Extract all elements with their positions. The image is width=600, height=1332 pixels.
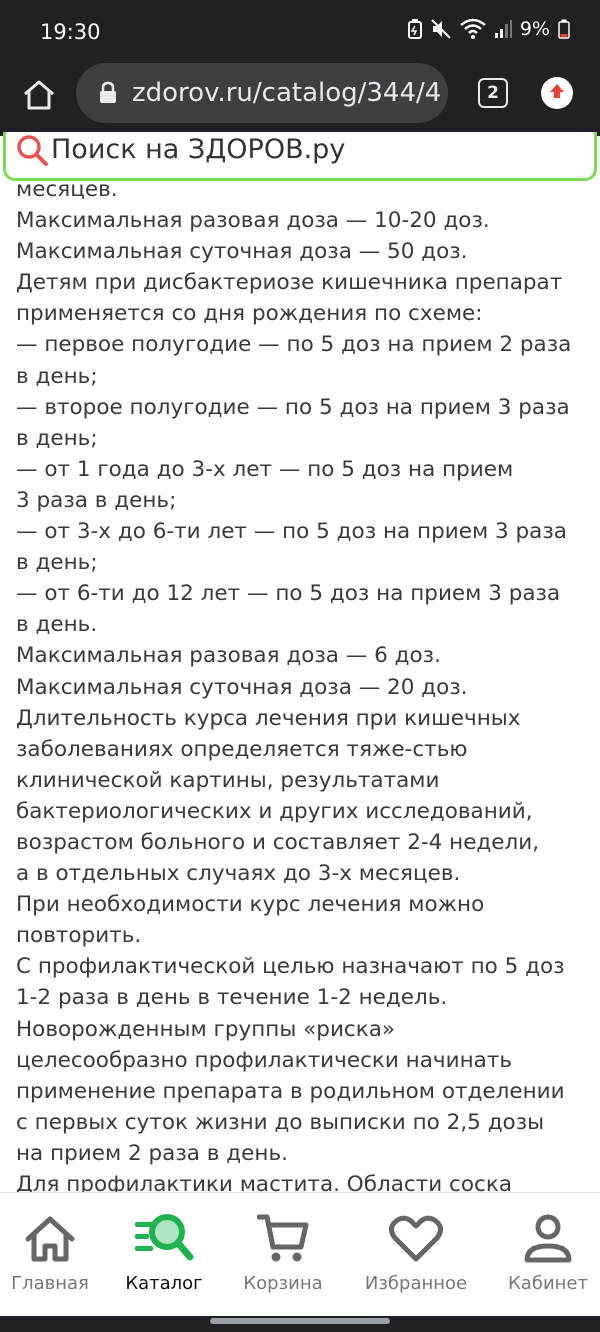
system-gesture-bar	[0, 1316, 600, 1332]
status-time: 19:30	[40, 20, 101, 44]
article-line: Детям при дисбактериозе кишечника препар…	[16, 270, 563, 296]
nav-item-favorites[interactable]: Избранное	[358, 1193, 474, 1303]
browser-home-button[interactable]	[18, 76, 60, 118]
nav-item-account[interactable]: Кабинет	[500, 1193, 596, 1303]
article-line: клинической картины, результатами	[16, 767, 440, 793]
cart-icon	[257, 1211, 309, 1267]
article-line: бактериологических и других исследований…	[16, 798, 533, 824]
status-bar: 19:30 9%	[0, 0, 600, 62]
battery-saver-icon	[407, 19, 422, 39]
article-line: — второе полугодие — по 5 доз на прием 3…	[16, 394, 570, 420]
battery-icon	[558, 19, 570, 39]
article-line: с первых суток жизни до выписки по 2,5 д…	[16, 1109, 545, 1135]
article-line: Новорожденным группы «риска»	[16, 1016, 396, 1042]
gesture-handle[interactable]	[210, 1318, 390, 1324]
article-line: в день;	[16, 425, 98, 451]
article-text: месяцев. Максимальная разовая доза — 10-…	[16, 174, 596, 1192]
nav-item-home[interactable]: Главная	[0, 1193, 100, 1303]
article-line: а в отдельных случаях до 3-х месяцев.	[16, 861, 461, 887]
article-line: заболеваниях определяется тяже-стью	[16, 736, 468, 762]
wifi-icon	[460, 18, 486, 40]
article-line: в день;	[16, 363, 98, 389]
search-bar: Поиск на ЗДОРОВ.ру	[0, 132, 600, 184]
nav-label-account: Кабинет	[508, 1273, 588, 1294]
bottom-navigation: Главная Каталог Корзина Избранное Кабине…	[0, 1192, 600, 1316]
nav-label-favorites: Избранное	[364, 1273, 468, 1294]
article-line: — от 3-х до 6-ти лет — по 5 доз на прием…	[16, 519, 567, 545]
status-icons: 9%	[407, 18, 570, 40]
article-line: применение препарата в родильном отделен…	[16, 1078, 565, 1104]
catalog-search-icon	[133, 1211, 195, 1267]
article-line: 3 раза в день;	[16, 487, 177, 513]
article-line: Для профилактики мастита. Области соска	[16, 1172, 513, 1192]
article-line: целесообразно профилактически начинать	[16, 1047, 513, 1073]
home-icon	[22, 79, 56, 116]
mute-icon	[430, 18, 452, 40]
search-placeholder: Поиск на ЗДОРОВ.ру	[51, 134, 346, 165]
heart-icon	[389, 1211, 443, 1267]
update-button[interactable]	[541, 77, 573, 109]
article-line: — первое полугодие — по 5 доз на прием 2…	[16, 332, 572, 358]
article-line: Длительность курса лечения при кишечных	[16, 705, 521, 731]
user-icon	[524, 1211, 572, 1267]
article-line: возрастом больного и составляет 2-4 неде…	[16, 829, 540, 855]
article-line: в день;	[16, 550, 98, 576]
article-line: 1-2 раза в день в течение 1-2 недель.	[16, 985, 448, 1011]
article-line: С профилактической целью назначают по 5 …	[16, 954, 565, 980]
address-bar[interactable]: zdorov.ru/catalog/344/4	[76, 63, 448, 123]
article-line: повторить.	[16, 923, 142, 949]
lock-icon	[98, 81, 118, 110]
article-line: в день.	[16, 612, 98, 638]
article-line: Максимальная разовая доза — 10-20 доз.	[16, 208, 490, 234]
search-input[interactable]: Поиск на ЗДОРОВ.ру	[3, 132, 597, 181]
tab-switcher-button[interactable]: 2	[478, 78, 508, 108]
nav-label-cart: Корзина	[243, 1273, 323, 1294]
article-line: на прием 2 раза в день.	[16, 1140, 288, 1166]
nav-item-catalog[interactable]: Каталог	[112, 1193, 216, 1303]
nav-label-home: Главная	[11, 1273, 89, 1294]
article-line: Максимальная разовая доза — 6 доз.	[16, 643, 441, 669]
article-line: При необходимости курс лечения можно	[16, 892, 485, 918]
article-line: применяется со дня рождения по схеме:	[16, 301, 483, 327]
article-line: Максимальная суточная доза — 50 доз.	[16, 239, 468, 265]
search-icon	[16, 134, 50, 173]
nav-label-catalog: Каталог	[125, 1273, 203, 1294]
signal-icon	[494, 19, 512, 39]
article-line: — от 6-ти до 12 лет — по 5 доз на прием …	[16, 581, 561, 607]
browser-toolbar: zdorov.ru/catalog/344/4 2	[0, 62, 600, 136]
article-line: Максимальная суточная доза — 20 доз.	[16, 674, 468, 700]
battery-percent: 9%	[519, 18, 550, 40]
article-line: — от 1 года до 3-х лет — по 5 доз на при…	[16, 456, 514, 482]
nav-item-cart[interactable]: Корзина	[234, 1193, 332, 1303]
update-icon	[547, 81, 567, 106]
home-icon	[24, 1211, 76, 1267]
page-content[interactable]: месяцев. Максимальная разовая доза — 10-…	[0, 136, 600, 1192]
url-text: zdorov.ru/catalog/344/4	[132, 78, 442, 108]
